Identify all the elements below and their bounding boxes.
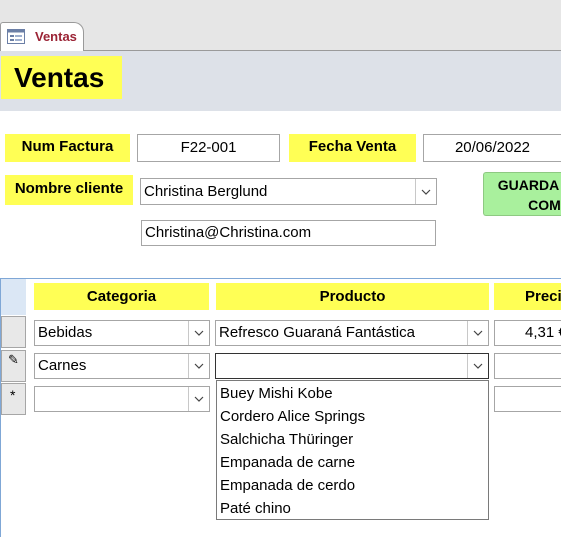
chevron-down-icon[interactable]	[467, 354, 488, 378]
dropdown-option[interactable]: Salchicha Thüringer	[220, 431, 353, 448]
record-selector[interactable]	[1, 316, 26, 348]
producto-combobox[interactable]: Refresco Guaraná Fantástica	[215, 320, 489, 346]
record-selector-header	[1, 279, 26, 315]
cliente-value: Christina Berglund	[144, 183, 268, 200]
email-field[interactable]: Christina@Christina.com	[141, 220, 436, 246]
chevron-down-icon[interactable]	[188, 321, 209, 345]
categoria-combobox[interactable]: Carnes	[34, 353, 210, 379]
fecha-venta-field[interactable]: 20/06/2022	[423, 134, 561, 162]
precio-field[interactable]	[494, 386, 561, 412]
dropdown-option[interactable]: Empanada de carne	[220, 454, 355, 471]
column-header-precio: Preci	[494, 283, 561, 310]
fecha-venta-label: Fecha Venta	[289, 134, 416, 162]
dropdown-option[interactable]: Cordero Alice Springs	[220, 408, 365, 425]
categoria-value: Carnes	[38, 357, 87, 374]
producto-combobox-active[interactable]	[215, 353, 489, 379]
chevron-down-icon[interactable]	[188, 387, 209, 411]
producto-value: Refresco Guaraná Fantástica	[219, 324, 415, 341]
categoria-value: Bebidas	[38, 324, 93, 341]
categoria-combobox[interactable]: Bebidas	[34, 320, 210, 346]
dropdown-option[interactable]: Paté chino	[220, 500, 291, 517]
form-icon	[7, 29, 25, 44]
num-factura-label: Num Factura	[5, 134, 130, 162]
page-title: Ventas	[1, 56, 122, 99]
save-label-2: COM	[528, 197, 561, 213]
precio-field[interactable]: 4,31 €	[494, 320, 561, 346]
tab-ventas[interactable]: Ventas	[0, 22, 84, 51]
record-selector-new[interactable]: *	[1, 383, 26, 415]
save-label-1: GUARDA	[497, 177, 560, 193]
record-selector-editing[interactable]: ✎	[1, 350, 26, 382]
pencil-icon: ✎	[8, 353, 19, 368]
save-button[interactable]: GUARDA COM	[483, 172, 561, 216]
precio-field[interactable]	[494, 353, 561, 379]
column-header-categoria: Categoria	[34, 283, 209, 310]
document-tab-strip	[0, 0, 561, 50]
dropdown-option[interactable]: Empanada de cerdo	[220, 477, 355, 494]
producto-dropdown-list: Buey Mishi Kobe Cordero Alice Springs Sa…	[216, 380, 489, 520]
cliente-label: Nombre cliente	[5, 175, 133, 205]
column-header-producto: Producto	[216, 283, 489, 310]
chevron-down-icon[interactable]	[188, 354, 209, 378]
num-factura-field[interactable]: F22-001	[137, 134, 280, 162]
categoria-combobox[interactable]	[34, 386, 210, 412]
dropdown-option[interactable]: Buey Mishi Kobe	[220, 385, 333, 402]
new-record-icon: *	[10, 387, 16, 403]
precio-value: 4,31 €	[525, 324, 561, 341]
tab-label: Ventas	[35, 29, 77, 44]
cliente-combobox[interactable]: Christina Berglund	[140, 178, 437, 205]
chevron-down-icon[interactable]	[415, 179, 436, 204]
chevron-down-icon[interactable]	[467, 321, 488, 345]
